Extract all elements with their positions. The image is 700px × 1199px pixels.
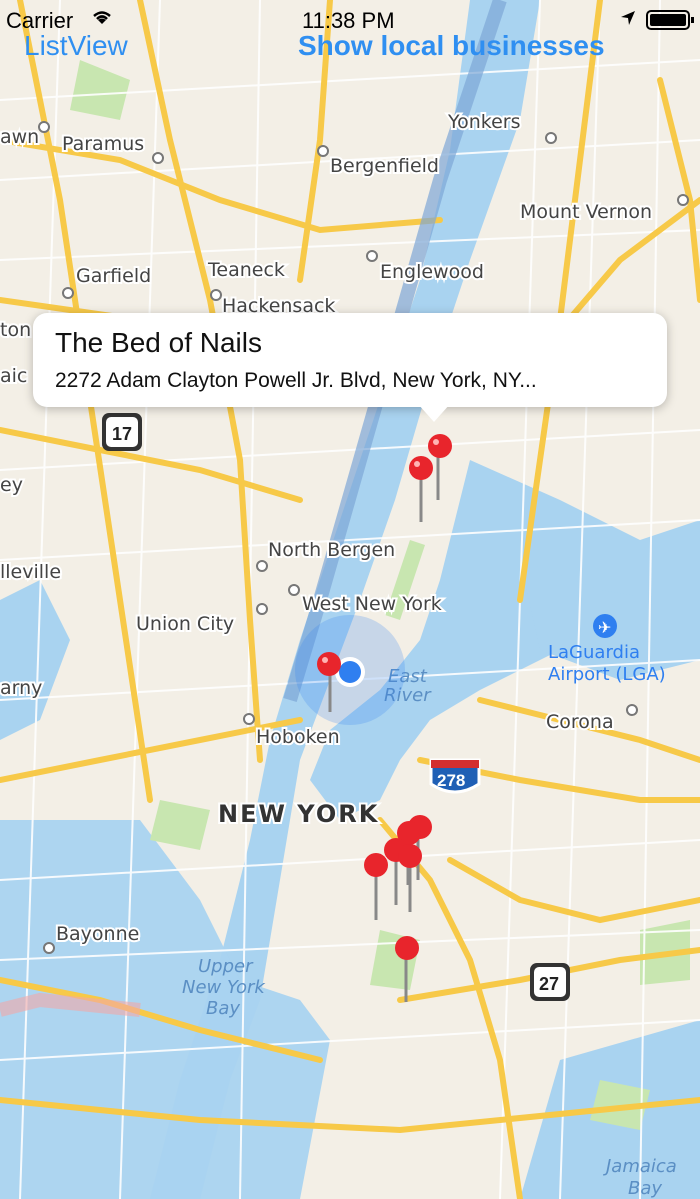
label-bayonne: Bayonne bbox=[56, 923, 139, 945]
label-union-city: Union City bbox=[136, 613, 234, 635]
label-north-bergen: North Bergen bbox=[268, 539, 395, 561]
label-paramus: Paramus bbox=[62, 133, 144, 155]
route-shield-278: 278 bbox=[429, 758, 481, 794]
label-ton: ton bbox=[0, 319, 31, 341]
label-bergenfield: Bergenfield bbox=[330, 155, 439, 177]
label-lleville: lleville bbox=[0, 561, 61, 583]
svg-text:27: 27 bbox=[539, 974, 559, 994]
label-teaneck: Teaneck bbox=[207, 259, 285, 281]
svg-text:✈: ✈ bbox=[598, 618, 611, 637]
route-shield-27: 27 bbox=[530, 963, 570, 1001]
wifi-icon bbox=[90, 8, 114, 31]
svg-text:17: 17 bbox=[112, 424, 132, 444]
label-aic: aic bbox=[0, 365, 27, 387]
label-new-york-bay-1: New York bbox=[182, 977, 266, 998]
label-englewood: Englewood bbox=[380, 261, 484, 283]
label-ey: ey bbox=[0, 474, 23, 496]
listview-button[interactable]: ListView bbox=[24, 30, 128, 62]
label-jamaica-bay-2: Bay bbox=[628, 1178, 662, 1199]
show-local-businesses-button[interactable]: Show local businesses bbox=[298, 30, 605, 62]
callout-address: 2272 Adam Clayton Powell Jr. Blvd, New Y… bbox=[55, 369, 537, 392]
route-shield-17: 17 bbox=[102, 413, 142, 451]
label-laguardia-1: LaGuardia bbox=[548, 642, 640, 663]
map-view[interactable]: Yonkers Paramus Bergenfield Mount Vernon… bbox=[0, 0, 700, 1199]
label-mount-vernon: Mount Vernon bbox=[520, 201, 652, 223]
map-callout[interactable]: The Bed of Nails 2272 Adam Clayton Powel… bbox=[33, 313, 667, 407]
label-yonkers: Yonkers bbox=[447, 111, 520, 133]
svg-text:278: 278 bbox=[437, 771, 465, 790]
label-corona: Corona bbox=[546, 711, 614, 733]
battery-icon bbox=[646, 10, 696, 35]
user-location bbox=[295, 615, 405, 725]
label-jamaica-bay: Jamaica bbox=[603, 1156, 677, 1177]
label-hoboken: Hoboken bbox=[256, 726, 340, 748]
label-upper: Upper bbox=[198, 956, 254, 977]
label-new-york: NEW YORK bbox=[218, 800, 379, 828]
callout-title: The Bed of Nails bbox=[55, 327, 262, 358]
label-new-york-bay-2: Bay bbox=[206, 998, 240, 1019]
label-west-new-york: West New York bbox=[302, 593, 442, 615]
callout-tail bbox=[418, 404, 450, 422]
label-arny: arny bbox=[0, 677, 42, 699]
label-awn: awn bbox=[0, 126, 39, 148]
highway-band-2 bbox=[0, 992, 141, 1017]
label-laguardia-2: Airport (LGA) bbox=[548, 664, 666, 685]
location-arrow-icon bbox=[620, 10, 636, 31]
airport-icon: ✈ bbox=[593, 614, 617, 638]
label-garfield: Garfield bbox=[76, 265, 151, 287]
